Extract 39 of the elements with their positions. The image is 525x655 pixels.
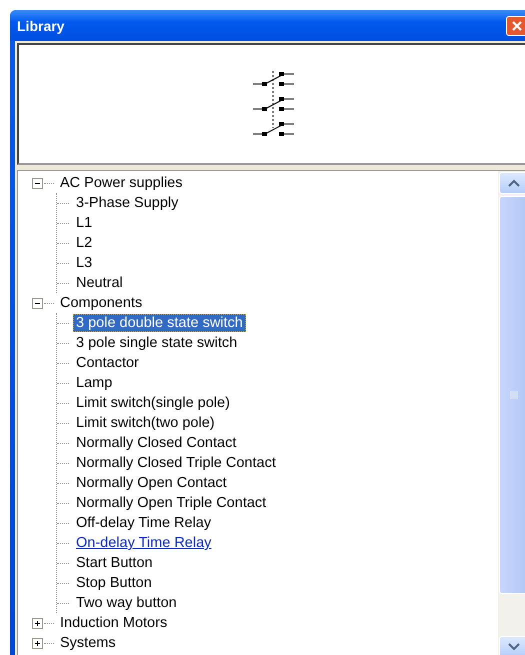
grip-icon xyxy=(508,391,518,399)
tree-item[interactable]: Normally Open Contact xyxy=(73,474,230,492)
scroll-up-button[interactable] xyxy=(499,172,525,194)
tree-item[interactable]: L1 xyxy=(73,214,96,232)
tree-item[interactable]: Limit switch(single pole) xyxy=(73,394,233,412)
tree-item[interactable]: 3 pole single state switch xyxy=(73,334,240,352)
close-icon xyxy=(511,20,523,32)
tree-item[interactable]: Lamp xyxy=(73,374,116,392)
tree-item[interactable]: Neutral xyxy=(73,274,126,292)
close-button[interactable] xyxy=(506,16,525,36)
tree-item[interactable]: Two way button xyxy=(73,594,180,612)
tree-item[interactable]: Off-delay Time Relay xyxy=(73,514,214,532)
tree-item[interactable]: 3 pole double state switch xyxy=(73,314,246,332)
tree-item[interactable]: 3-Phase Supply xyxy=(73,194,182,212)
tree-group[interactable]: Systems xyxy=(57,634,119,652)
tree-item[interactable]: Start Button xyxy=(73,554,156,572)
chevron-down-icon xyxy=(508,643,520,651)
expand-icon[interactable] xyxy=(32,638,43,648)
tree-group[interactable]: Components xyxy=(57,294,146,312)
tree-item[interactable]: Normally Closed Triple Contact xyxy=(73,454,279,472)
tree-item[interactable]: On-delay Time Relay xyxy=(73,534,214,552)
scrollbar[interactable] xyxy=(498,171,525,655)
collapse-icon[interactable] xyxy=(32,178,43,188)
tree-item[interactable]: Normally Open Triple Contact xyxy=(73,494,270,512)
tree-group[interactable]: AC Power supplies xyxy=(57,174,186,192)
chevron-up-icon xyxy=(508,179,520,187)
window-title: Library xyxy=(17,18,64,34)
tree-item[interactable]: Limit switch(two pole) xyxy=(73,414,218,432)
expand-icon[interactable] xyxy=(32,618,43,628)
tree-item[interactable]: L2 xyxy=(73,234,96,252)
tree-item[interactable]: Contactor xyxy=(73,354,142,372)
switch-symbol-drawing xyxy=(252,70,296,138)
tree-item[interactable]: L3 xyxy=(73,254,96,272)
tree-group[interactable]: Induction Motors xyxy=(57,614,170,632)
tree-item[interactable]: Normally Closed Contact xyxy=(73,434,240,452)
tree-item[interactable]: Stop Button xyxy=(73,574,155,592)
collapse-icon[interactable] xyxy=(32,298,43,308)
scroll-down-button[interactable] xyxy=(499,636,525,655)
scroll-thumb[interactable] xyxy=(499,196,525,594)
